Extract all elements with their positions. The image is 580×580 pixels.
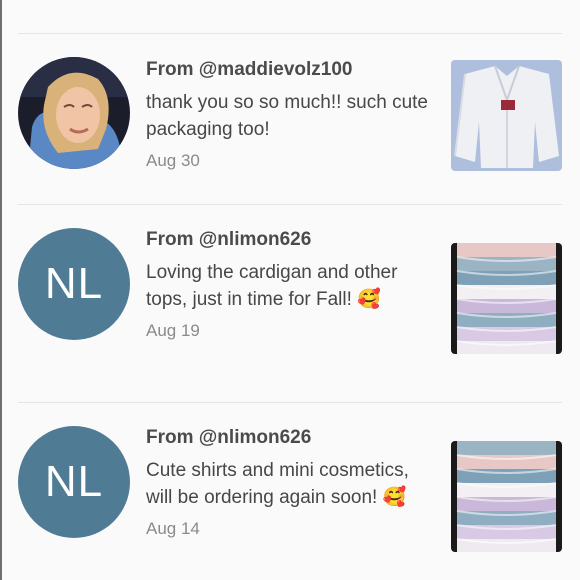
review-item[interactable]: NL From @nlimon626 Loving the cardigan a… (0, 205, 580, 375)
review-message: thank you so so much!! such cute packagi… (146, 89, 436, 143)
avatar-initials[interactable]: NL (18, 228, 130, 340)
review-photo-thumbnail[interactable] (451, 243, 562, 354)
review-text-block: From @nlimon626 Cute shirts and mini cos… (146, 427, 436, 539)
review-date: Aug 14 (146, 519, 200, 538)
review-author[interactable]: From @nlimon626 (146, 229, 436, 251)
folded-shirts-image (451, 243, 562, 354)
avatar-photo[interactable] (18, 57, 130, 169)
review-message: Loving the cardigan and other tops, just… (146, 259, 436, 313)
folded-shirts-image (451, 441, 562, 552)
review-photo-thumbnail[interactable] (451, 441, 562, 552)
review-message-text: thank you so so much!! such cute packagi… (146, 92, 428, 140)
review-date: Aug 30 (146, 151, 200, 170)
white-cardigan-image (451, 60, 562, 171)
review-item[interactable]: NL From @nlimon626 Cute shirts and mini … (0, 403, 580, 573)
review-date: Aug 19 (146, 321, 200, 340)
review-message-text: Cute shirts and mini cosmetics, will be … (146, 460, 409, 508)
review-item[interactable]: From @maddievolz100 thank you so so much… (0, 34, 580, 204)
review-author[interactable]: From @maddievolz100 (146, 59, 436, 81)
smiling-face-with-hearts-icon: 🥰 (382, 486, 407, 508)
avatar-portrait-image (18, 57, 130, 169)
review-photo-thumbnail[interactable] (451, 60, 562, 171)
smiling-face-with-hearts-icon: 🥰 (357, 288, 381, 310)
review-author[interactable]: From @nlimon626 (146, 427, 436, 449)
review-message: Cute shirts and mini cosmetics, will be … (146, 457, 436, 511)
review-text-block: From @nlimon626 Loving the cardigan and … (146, 229, 436, 341)
avatar-initials[interactable]: NL (18, 426, 130, 538)
review-text-block: From @maddievolz100 thank you so so much… (146, 59, 436, 171)
